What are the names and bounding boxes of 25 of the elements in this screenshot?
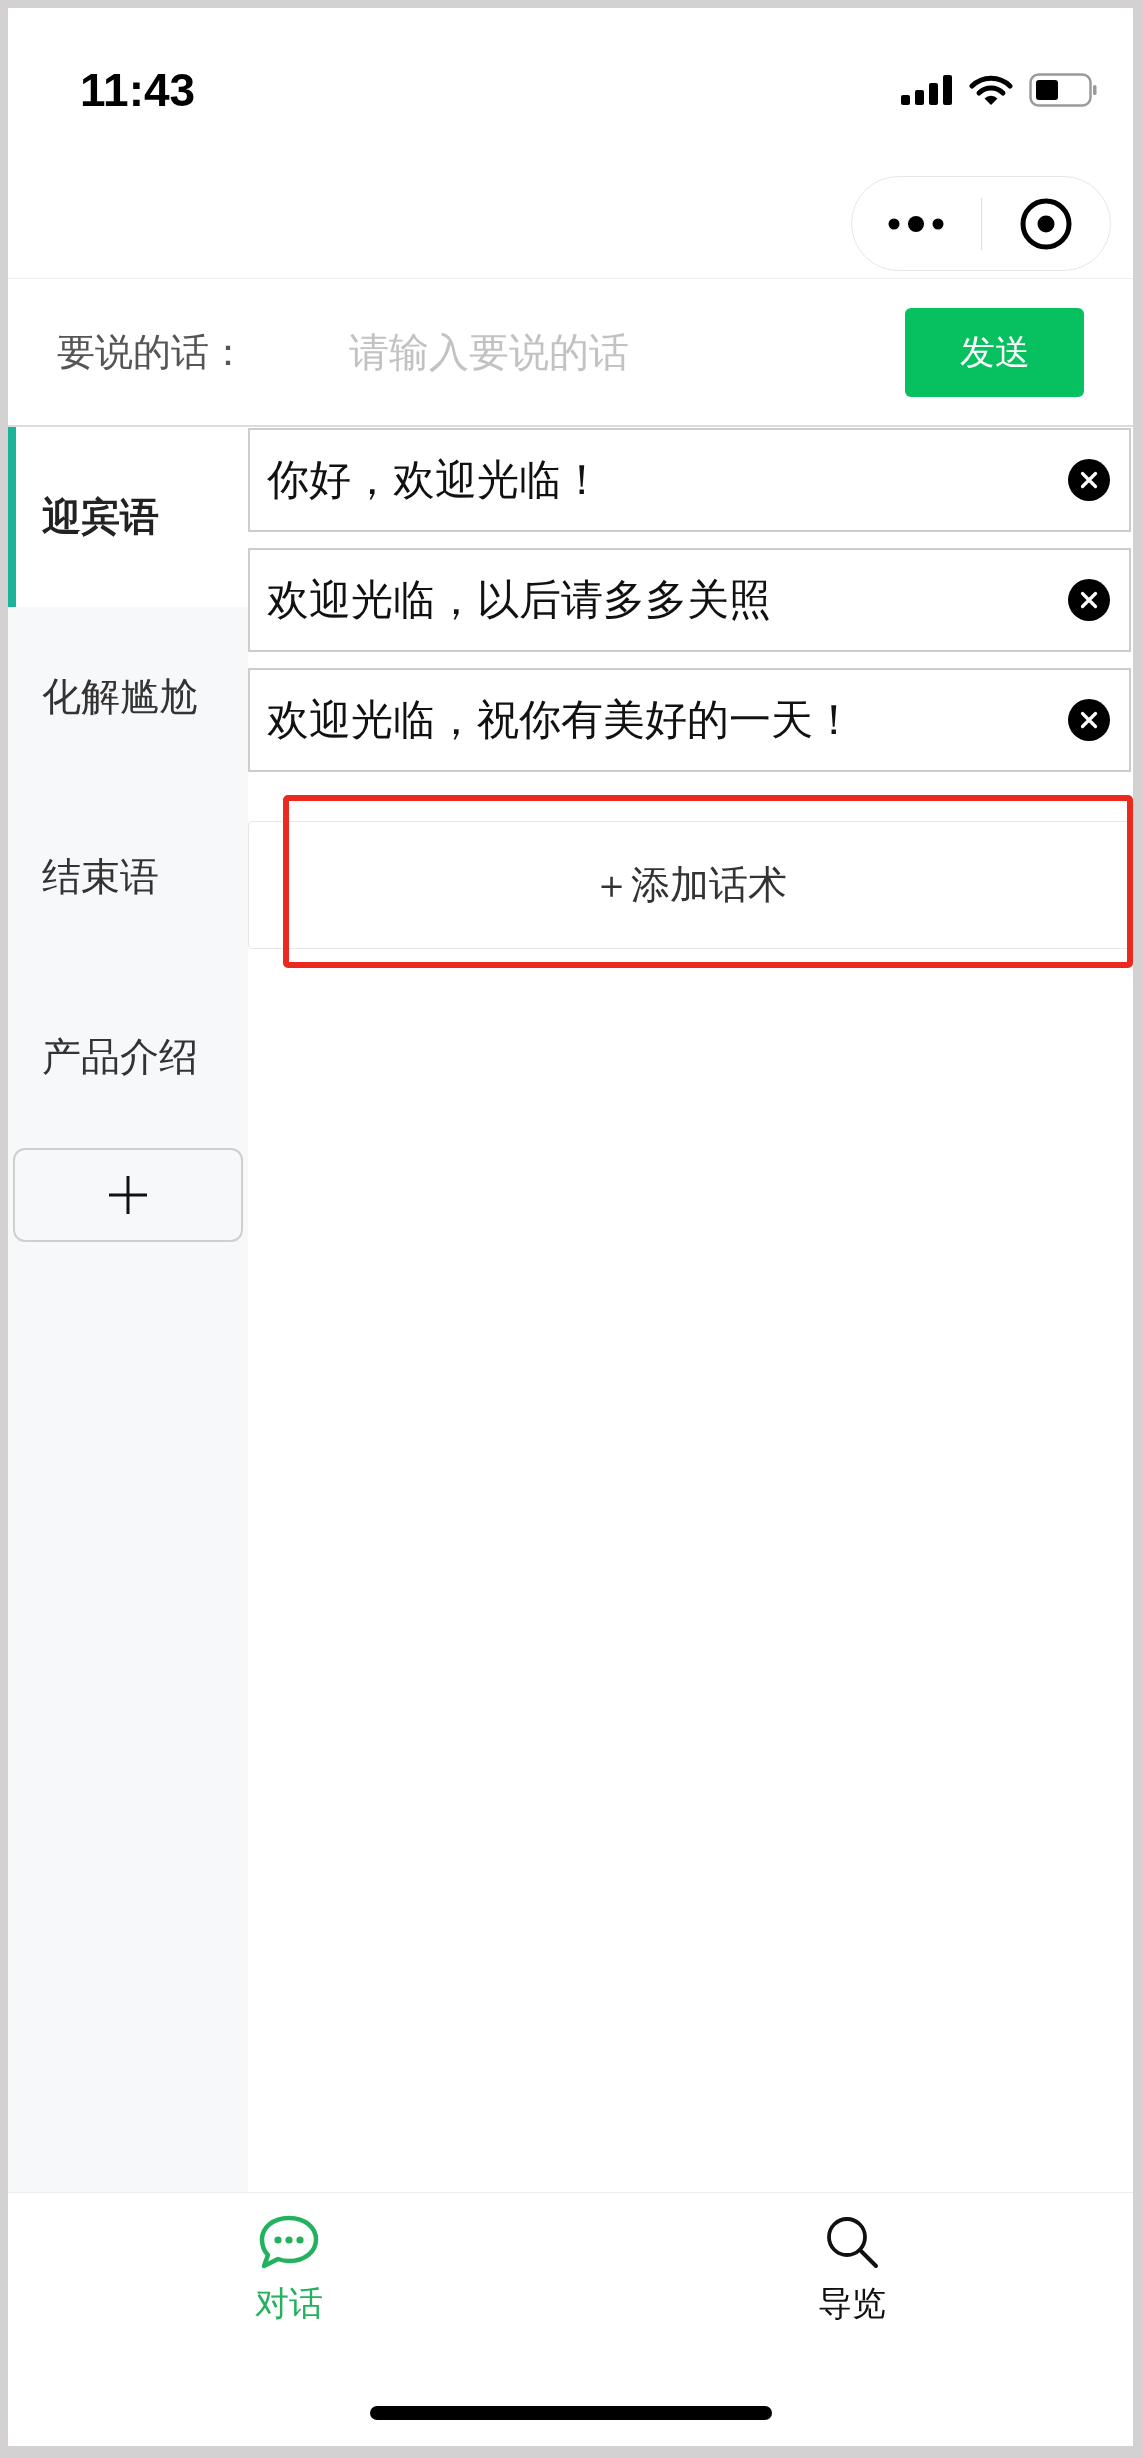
sidebar-item[interactable]: 化解尴尬 <box>8 607 248 787</box>
close-icon[interactable] <box>1068 699 1110 741</box>
phrase-text: 欢迎光临，祝你有美好的一天！ <box>267 694 855 746</box>
sidebar-item[interactable]: 迎宾语 <box>8 427 248 607</box>
battery-icon <box>1029 73 1097 107</box>
search-icon <box>824 2215 879 2269</box>
target-icon[interactable] <box>1019 197 1072 250</box>
tab-button[interactable]: 导览 <box>817 2215 886 2327</box>
more-icon[interactable] <box>888 213 945 234</box>
status-time: 11:43 <box>80 63 196 117</box>
sidebar-item[interactable]: 结束语 <box>8 787 248 967</box>
phrase-field[interactable]: 你好，欢迎光临！ <box>248 428 1131 532</box>
message-label: 要说的话： <box>57 328 247 376</box>
wifi-icon <box>969 74 1013 106</box>
close-icon[interactable] <box>1068 459 1110 501</box>
close-icon[interactable] <box>1068 579 1110 621</box>
signal-icon <box>901 75 953 105</box>
phrase-text: 你好，欢迎光临！ <box>267 454 603 506</box>
plus-icon <box>108 1175 148 1215</box>
sidebar-item[interactable]: 产品介绍 <box>8 967 248 1147</box>
message-input[interactable]: 请输入要说的话 <box>337 316 881 388</box>
phrase-field[interactable]: 欢迎光临，以后请多多关照 <box>248 548 1131 652</box>
phrase-text: 欢迎光临，以后请多多关照 <box>267 574 771 626</box>
phrase-field[interactable]: 欢迎光临，祝你有美好的一天！ <box>248 668 1131 772</box>
chat-bubble-icon <box>259 2215 320 2269</box>
